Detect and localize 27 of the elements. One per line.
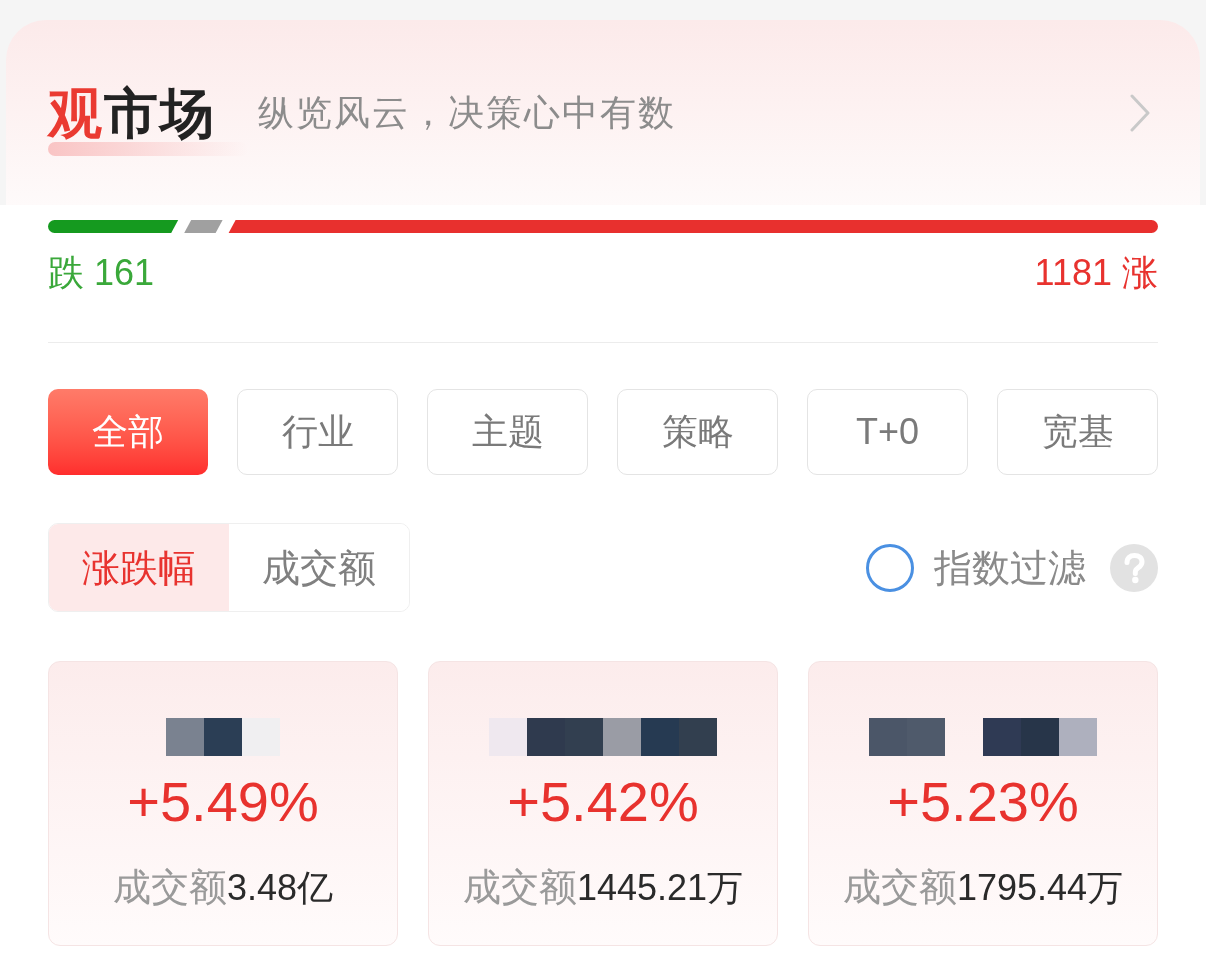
help-icon[interactable] <box>1110 543 1158 592</box>
turnover-label: 成交额 <box>462 865 577 909</box>
category-tab[interactable]: 行业 <box>237 389 398 475</box>
decliners-count: 跌 161 <box>48 252 155 294</box>
sort-tab[interactable]: 涨跌幅 <box>49 524 229 611</box>
category-tab[interactable]: 策略 <box>617 389 778 475</box>
category-tab[interactable]: 宽基 <box>997 389 1158 475</box>
turnover-value: 1795.44万 <box>956 866 1124 910</box>
ranking-card[interactable]: +5.49% 成交额3.48亿 <box>48 661 398 946</box>
ranking-card[interactable]: +5.42% 成交额1445.21万 <box>428 661 778 946</box>
category-tab[interactable]: 主题 <box>427 389 588 475</box>
category-tab[interactable]: T+0 <box>807 389 968 475</box>
turnover-value: 3.48亿 <box>226 866 334 910</box>
section-subtitle: 纵览风云，决策心中有数 <box>258 90 676 135</box>
change-percent: +5.23% <box>887 769 1079 835</box>
section-title: 观市场 <box>48 84 216 141</box>
turnover-label: 成交额 <box>842 865 957 909</box>
chevron-right-icon[interactable] <box>1130 93 1150 132</box>
change-percent: +5.49% <box>127 769 319 835</box>
turnover-value: 1445.21万 <box>576 866 744 910</box>
turnover-label: 成交额 <box>112 865 227 909</box>
radio-button[interactable] <box>866 543 914 592</box>
category-tab[interactable]: 全部 <box>48 389 208 475</box>
advancers-count: 1181 涨 <box>1034 252 1158 294</box>
ranking-card[interactable]: +5.23% 成交额1795.44万 <box>808 661 1158 946</box>
filter-label[interactable]: 指数过滤 <box>934 544 1086 591</box>
change-percent: +5.42% <box>507 769 699 835</box>
